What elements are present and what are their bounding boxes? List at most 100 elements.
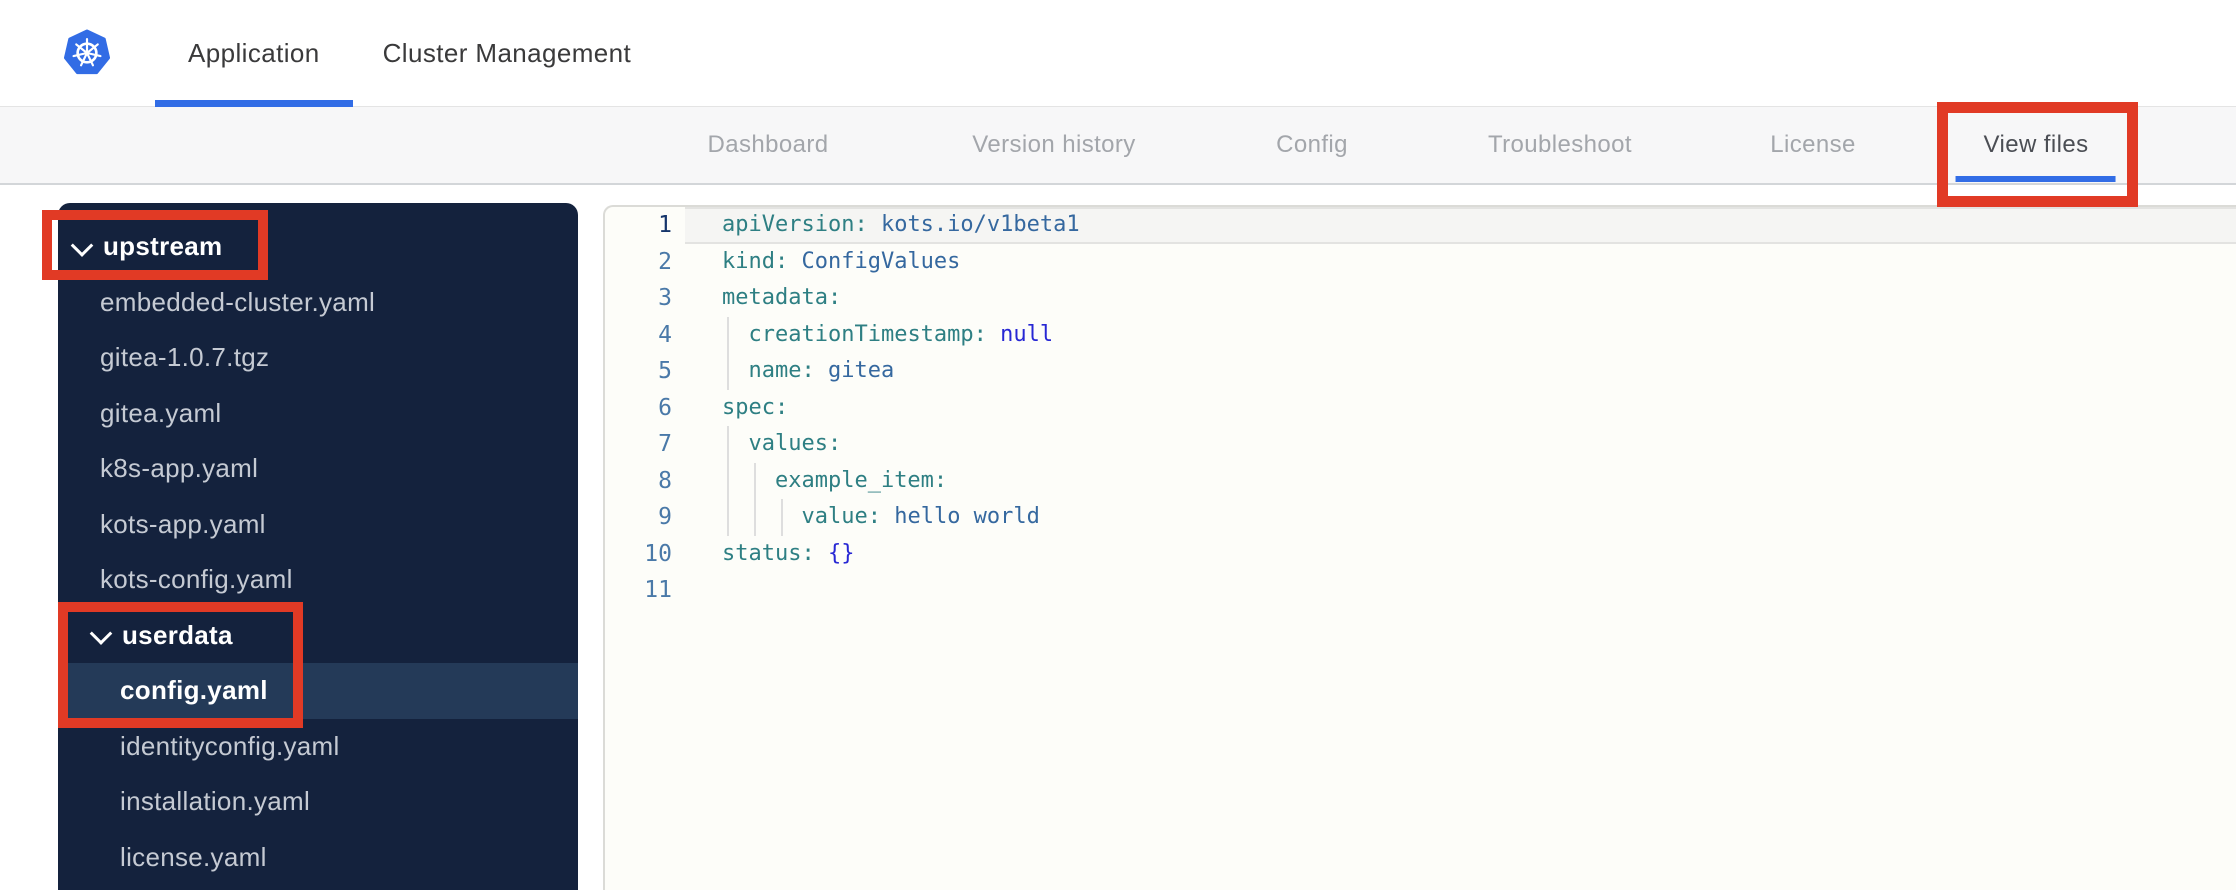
line-number: 11: [644, 577, 672, 603]
indent-guide: [754, 462, 756, 499]
tree-item-identityconfig-yaml[interactable]: identityconfig.yaml: [58, 719, 578, 775]
code-lines: 1 apiVersion: kots.io/v1beta1 2 kind: Confi…: [605, 207, 2236, 609]
subnav-item-label: Config: [1276, 131, 1348, 158]
line-number: 10: [644, 540, 672, 567]
indent-guide: [727, 316, 729, 353]
tree-item-license-yaml[interactable]: license.yaml: [58, 830, 578, 886]
subnav-item-label: Version history: [972, 131, 1136, 158]
code-token: kind:: [722, 248, 789, 274]
line-number: 3: [658, 285, 672, 311]
subnav-item-config[interactable]: Config: [1276, 107, 1348, 183]
code-token: example_item:: [774, 467, 948, 493]
chevron-down-icon: [70, 234, 94, 257]
indent-guide: [727, 353, 729, 390]
code-line: 7 values:: [605, 426, 2236, 463]
tree-item-installation-yaml[interactable]: installation.yaml: [58, 774, 578, 830]
code-line: 9 value: hello world: [605, 499, 2236, 536]
code-line-content: status: {}: [685, 536, 2236, 573]
line-number: 4: [658, 321, 672, 348]
code-token: apiVersion:: [722, 212, 868, 237]
indent-guide: [727, 426, 729, 463]
line-number: 9: [658, 504, 672, 530]
code-token: null: [986, 321, 1054, 347]
code-token: values:: [748, 431, 842, 456]
line-number: 8: [658, 467, 672, 494]
subnav-item-version-history[interactable]: Version history: [972, 107, 1135, 183]
tree-item-kots-config-yaml[interactable]: kots-config.yaml: [58, 552, 578, 608]
tree-item-k8s-app-yaml[interactable]: k8s-app.yaml: [58, 441, 578, 497]
file-label: k8s-app.yaml: [100, 453, 259, 484]
code-line-content: example_item:: [685, 462, 2236, 499]
file-label: gitea.yaml: [100, 397, 222, 428]
code-token: metadata:: [722, 285, 842, 310]
subnav-item-troubleshoot[interactable]: Troubleshoot: [1488, 107, 1632, 183]
tree-item-config-yaml[interactable]: config.yaml: [58, 663, 578, 719]
kubernetes-logo-icon: [63, 29, 111, 77]
subnav-item-dashboard[interactable]: Dashboard: [707, 107, 828, 183]
file-label: license.yaml: [120, 841, 267, 872]
indent-guide: [781, 499, 783, 536]
tree-item-gitea-1-0-7-tgz[interactable]: gitea-1.0.7.tgz: [58, 330, 578, 386]
app-subnav: Dashboard Version history Config Troublesho…: [0, 107, 2236, 185]
tree-item-gitea-yaml[interactable]: gitea.yaml: [58, 386, 578, 442]
line-number: 6: [658, 394, 672, 421]
file-label: gitea-1.0.7.tgz: [100, 342, 270, 373]
code-token: value:: [801, 504, 881, 529]
code-line-content: [685, 572, 2236, 609]
chevron-down-icon: [89, 622, 113, 646]
file-label: identityconfig.yaml: [120, 730, 340, 761]
tree-item-kots-app-yaml[interactable]: kots-app.yaml: [58, 497, 578, 553]
file-viewer-editor[interactable]: 1 apiVersion: kots.io/v1beta1 2 kind: Confi…: [603, 205, 2236, 890]
subnav-item-label: Troubleshoot: [1488, 131, 1632, 158]
app-header: Application Cluster Management: [0, 0, 2236, 107]
header-tab-label: Cluster Management: [382, 38, 632, 68]
code-line: 1 apiVersion: kots.io/v1beta1: [605, 207, 2236, 244]
kots-admin-console: Application Cluster Management Dashboard V…: [0, 0, 2236, 890]
code-token: hello world: [880, 504, 1040, 529]
file-label: embedded-cluster.yaml: [100, 286, 376, 317]
header-tabs: Application Cluster Management: [155, 0, 632, 107]
file-label: kots-config.yaml: [100, 564, 293, 595]
tree-item-upstream[interactable]: upstream: [58, 219, 578, 275]
code-line: 10 status: {}: [605, 536, 2236, 573]
file-tree-sidebar: upstream embedded-cluster.yaml gitea-1.0.7…: [58, 203, 578, 890]
header-tab-application[interactable]: Application: [155, 0, 353, 107]
tree-item-userdata[interactable]: userdata: [58, 608, 578, 664]
file-label: kots-app.yaml: [100, 508, 266, 539]
subnav-item-license[interactable]: License: [1770, 107, 1856, 183]
code-line-content: value: hello world: [685, 499, 2236, 536]
indent-guide: [727, 499, 729, 536]
code-line: 11: [605, 572, 2236, 609]
line-number: 1: [658, 212, 672, 238]
code-line-content: values:: [685, 426, 2236, 463]
code-token: spec:: [722, 394, 789, 420]
code-line-content: kind: ConfigValues: [685, 244, 2236, 281]
code-token: ConfigValues: [788, 248, 961, 274]
code-line: 6 spec:: [605, 390, 2236, 427]
line-number: 7: [658, 431, 672, 457]
subnav-item-label: Dashboard: [707, 131, 829, 158]
header-tab-cluster-management[interactable]: Cluster Management: [383, 0, 632, 107]
code-token: creationTimestamp:: [748, 321, 987, 347]
subnav-item-view-files[interactable]: View files: [1984, 107, 2089, 183]
file-label: config.yaml: [120, 675, 268, 706]
subnav-item-label: View files: [1983, 131, 2089, 158]
code-line-content: creationTimestamp: null: [685, 316, 2236, 353]
tree-item-embedded-cluster-yaml[interactable]: embedded-cluster.yaml: [58, 275, 578, 331]
code-token: gitea: [814, 358, 895, 383]
subnav-item-label: License: [1770, 131, 1856, 158]
file-label: installation.yaml: [120, 786, 311, 817]
code-line-content: metadata:: [685, 280, 2236, 317]
indent-guide: [727, 462, 729, 499]
code-line-content: name: gitea: [685, 353, 2236, 390]
indent-guide: [754, 499, 756, 536]
code-line: 2 kind: ConfigValues: [605, 244, 2236, 281]
code-token: status:: [722, 540, 815, 566]
folder-label: upstream: [103, 231, 223, 262]
code-token: {}: [814, 540, 855, 566]
